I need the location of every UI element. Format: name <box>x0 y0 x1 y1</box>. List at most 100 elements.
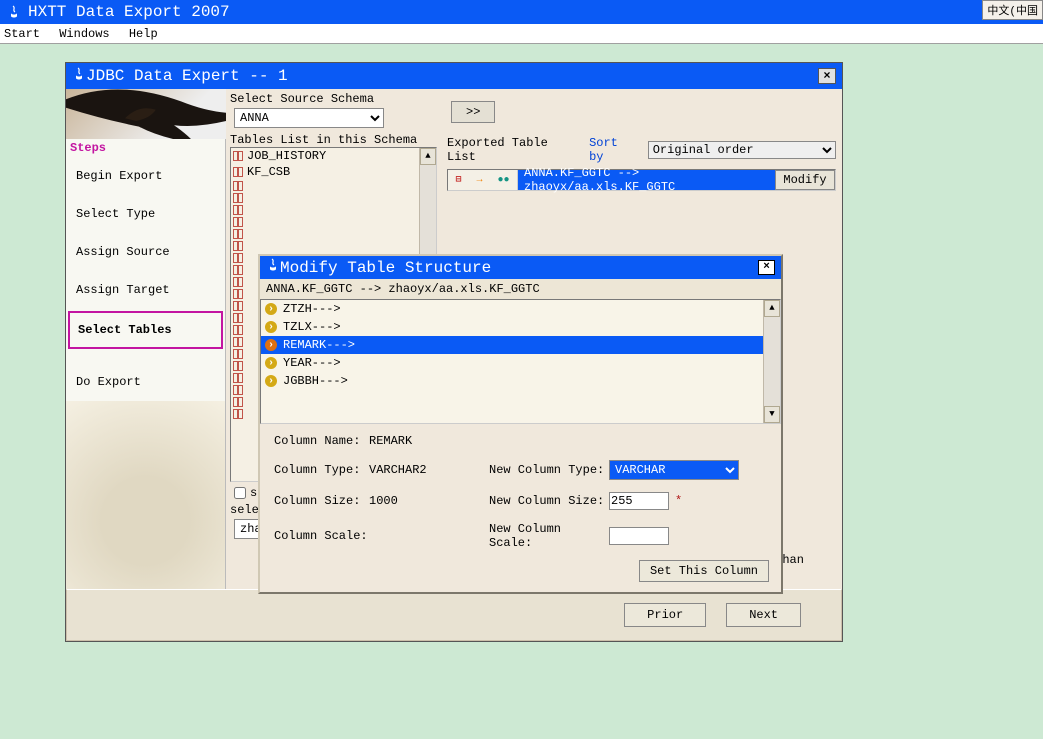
table-row <box>231 228 436 240</box>
col-type-label: Column Type: <box>274 463 369 477</box>
set-column-button[interactable]: Set This Column <box>639 560 769 582</box>
export-list-row[interactable]: ⊟ → ●● ANNA.KF_GGTC --> zhaoyx/aa.xls.KF… <box>447 169 836 191</box>
eagle-logo <box>66 89 226 139</box>
table-icon <box>233 241 243 251</box>
jdbc-titlebar: JDBC Data Expert -- 1 × <box>66 63 842 89</box>
arrow-icon <box>265 357 277 369</box>
required-asterisk: * <box>675 494 682 508</box>
modify-subtitle: ANNA.KF_GGTC --> zhaoyx/aa.xls.KF_GGTC <box>260 279 781 299</box>
column-list[interactable]: ZTZH---> TZLX---> REMARK---> YEAR---> JG… <box>260 299 781 424</box>
menubar: Start Windows Help <box>0 24 1043 44</box>
step-do-export[interactable]: Do Export <box>66 351 225 401</box>
jdbc-title: JDBC Data Expert -- 1 <box>86 67 288 85</box>
step-select-tables[interactable]: Select Tables <box>68 311 223 349</box>
modify-titlebar: Modify Table Structure × <box>260 256 781 279</box>
status-icon: ●● <box>497 175 509 186</box>
table-icon <box>233 409 243 419</box>
col-scale-label: Column Scale: <box>274 529 369 543</box>
export-row-path: ANNA.KF_GGTC --> zhaoyx/aa.xls.KF_GGTC <box>518 170 775 190</box>
column-row: REMARK---> <box>261 336 780 354</box>
table-icon <box>233 385 243 395</box>
steps-column: Steps Begin Export Select Type Assign So… <box>66 89 226 641</box>
arrow-icon <box>265 303 277 315</box>
modify-title: Modify Table Structure <box>280 259 491 277</box>
table-icon <box>233 289 243 299</box>
scroll-up-icon[interactable]: ▲ <box>764 300 780 317</box>
step-assign-target[interactable]: Assign Target <box>66 271 225 309</box>
arrow-icon <box>265 339 277 351</box>
sortby-label: Sort by <box>589 136 638 164</box>
app-titlebar: HXTT Data Export 2007 <box>0 0 1043 24</box>
close-icon[interactable]: × <box>818 68 836 84</box>
step-assign-source[interactable]: Assign Source <box>66 233 225 271</box>
column-row: TZLX---> <box>261 318 780 336</box>
column-row: YEAR---> <box>261 354 780 372</box>
table-row <box>231 192 436 204</box>
menu-start[interactable]: Start <box>4 27 40 41</box>
col-size-value: 1000 <box>369 494 489 508</box>
modify-dialog: Modify Table Structure × ANNA.KF_GGTC --… <box>258 254 783 594</box>
tables-list-label: Tables List in this Schema <box>226 130 441 147</box>
scroll-up-icon[interactable]: ▲ <box>420 148 436 165</box>
table-icon <box>233 349 243 359</box>
table-row: JOB_HISTORY <box>231 148 436 164</box>
table-icon <box>233 217 243 227</box>
scrollbar[interactable]: ▲ ▼ <box>763 300 780 423</box>
menu-help[interactable]: Help <box>129 27 158 41</box>
arrow-icon: → <box>476 175 482 186</box>
col-size-label: Column Size: <box>274 494 369 508</box>
table-icon <box>233 193 243 203</box>
step-select-type[interactable]: Select Type <box>66 195 225 233</box>
table-row <box>231 204 436 216</box>
lang-badge[interactable]: 中文(中国 <box>982 0 1043 20</box>
arrow-icon <box>265 321 277 333</box>
table-icon <box>233 151 243 161</box>
new-size-label: New Column Size: <box>489 494 609 508</box>
table-icon <box>233 277 243 287</box>
table-icon <box>233 265 243 275</box>
table-icon <box>233 361 243 371</box>
new-size-input[interactable] <box>609 492 669 510</box>
menu-windows[interactable]: Windows <box>59 27 109 41</box>
java-icon <box>72 67 86 86</box>
new-type-select[interactable]: VARCHAR <box>609 460 739 480</box>
arrow-icon <box>265 375 277 387</box>
col-name-label: Column Name: <box>274 434 369 448</box>
add-button[interactable]: >> <box>451 101 495 123</box>
step-begin-export[interactable]: Begin Export <box>66 157 225 195</box>
nav-button-bar: Prior Next <box>66 589 842 641</box>
table-icon <box>233 373 243 383</box>
app-title: HXTT Data Export 2007 <box>28 3 230 21</box>
source-schema-select[interactable]: ANNA <box>234 108 384 128</box>
table-icon <box>233 397 243 407</box>
table-icon <box>233 301 243 311</box>
table-row <box>231 180 436 192</box>
table-icon <box>233 167 243 177</box>
table-icon <box>233 253 243 263</box>
modify-form: Column Name: REMARK Column Type: VARCHAR… <box>260 424 781 560</box>
remove-icon[interactable]: ⊟ <box>455 174 461 186</box>
export-row-icons: ⊟ → ●● <box>448 170 518 190</box>
table-row <box>231 240 436 252</box>
column-row: JGBBH---> <box>261 372 780 390</box>
table-row: KF_CSB <box>231 164 436 180</box>
table-icon <box>233 313 243 323</box>
new-type-label: New Column Type: <box>489 463 609 477</box>
new-scale-input[interactable] <box>609 527 669 545</box>
prior-button[interactable]: Prior <box>624 603 706 627</box>
table-icon <box>233 181 243 191</box>
steps-label: Steps <box>66 139 225 157</box>
export-header-label: Exported Table List <box>447 136 579 164</box>
table-icon <box>233 325 243 335</box>
sortby-select[interactable]: Original order <box>648 141 836 159</box>
close-icon[interactable]: × <box>758 260 775 275</box>
scroll-down-icon[interactable]: ▼ <box>764 406 780 423</box>
table-row <box>231 216 436 228</box>
workspace: JDBC Data Expert -- 1 × Steps Begin Expo… <box>0 44 1043 739</box>
modify-button[interactable]: Modify <box>775 170 835 190</box>
show-tables-input[interactable] <box>234 487 246 499</box>
java-icon <box>6 4 22 20</box>
col-type-value: VARCHAR2 <box>369 463 489 477</box>
table-icon <box>233 337 243 347</box>
next-button[interactable]: Next <box>726 603 801 627</box>
